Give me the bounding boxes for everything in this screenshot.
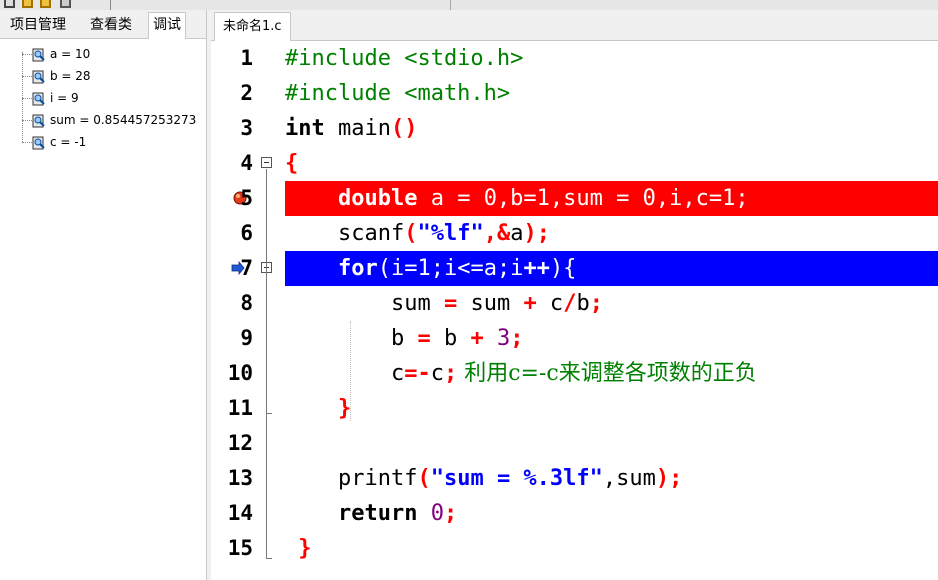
- code-text: {: [285, 151, 299, 176]
- watch-label: sum = 0.854457253273: [50, 113, 197, 127]
- code-text: #include <stdio.h>: [285, 46, 524, 71]
- tree-connector: [22, 52, 23, 142]
- line-number: 9: [240, 326, 253, 350]
- code-text: sum = sum + c/b;: [390, 291, 603, 316]
- debug-panel: 项目管理 查看类 调试 a = 10 b = 28 i = 9 sum = 0.…: [0, 10, 207, 580]
- file-tabs: 未命名1.c: [211, 10, 938, 41]
- code-text: }: [337, 396, 352, 421]
- code-line: #include <stdio.h>: [285, 41, 938, 76]
- current-execution-line: for(i=1;i<=a;i++){: [285, 251, 938, 286]
- fold-end-marker: [266, 413, 272, 414]
- code-line: b = b + 3;: [285, 321, 938, 356]
- watch-label: i = 9: [50, 91, 79, 105]
- line-number: 15: [227, 536, 253, 560]
- code-line: }: [285, 531, 938, 566]
- code-text: for(i=1;i<=a;i++){: [337, 256, 577, 281]
- tree-branch: [22, 76, 32, 77]
- magnifier-icon: [32, 48, 45, 61]
- watch-item-b[interactable]: b = 28: [32, 66, 91, 86]
- code-line: return 0;: [285, 496, 938, 531]
- code-text: c=-c; 利用c=-c来调整各项数的正负: [390, 361, 757, 386]
- editor-area: 未命名1.c 1 2 3 4 5 6 7 8 9 10 11 12 13 14 …: [211, 10, 938, 580]
- magnifier-icon: [32, 92, 45, 105]
- watch-label: a = 10: [50, 47, 91, 61]
- line-number: 6: [240, 221, 253, 245]
- left-panel-tabs: 项目管理 查看类 调试: [0, 10, 206, 39]
- magnifier-icon: [32, 114, 45, 127]
- code-line: }: [285, 391, 938, 426]
- tree-branch: [22, 142, 32, 143]
- line-number: 14: [227, 501, 253, 525]
- code-text: double a = 0,b=1,sum = 0,i,c=1;: [337, 186, 749, 211]
- code-text: return 0;: [337, 501, 458, 526]
- line-number: 2: [240, 81, 253, 105]
- line-number: 11: [227, 396, 253, 420]
- watch-item-sum[interactable]: sum = 0.854457253273: [32, 110, 196, 130]
- fold-toggle[interactable]: [261, 157, 272, 168]
- line-number: 10: [227, 361, 253, 385]
- toolbar: [0, 0, 938, 10]
- watch-label: b = 28: [50, 69, 91, 83]
- code-text: }: [298, 536, 312, 561]
- line-number: 3: [240, 116, 253, 140]
- code-text: scanf("%lf",&a);: [337, 221, 550, 246]
- code-line: printf("sum = %.3lf",sum);: [285, 461, 938, 496]
- watch-item-c[interactable]: c = -1: [32, 132, 86, 152]
- tree-branch: [22, 120, 32, 121]
- fold-line: [266, 169, 267, 559]
- tab-debug[interactable]: 调试: [148, 12, 186, 39]
- fold-end-marker: [266, 558, 272, 559]
- line-number: 8: [240, 291, 253, 315]
- toolbar-save-icon[interactable]: [40, 0, 51, 8]
- line-number: 5: [240, 186, 253, 210]
- line-number: 13: [227, 466, 253, 490]
- code-text: #include <math.h>: [285, 81, 511, 106]
- line-number: 1: [240, 46, 253, 70]
- code-line: scanf("%lf",&a);: [285, 216, 938, 251]
- inline-comment: 利用c=-c来调整各项数的正负: [457, 361, 757, 386]
- breakpoint-line: double a = 0,b=1,sum = 0,i,c=1;: [285, 181, 938, 216]
- code-line: int main(): [285, 111, 938, 146]
- toolbar-open-icon[interactable]: [22, 0, 33, 8]
- code-line: {: [285, 146, 938, 181]
- code-line: #include <math.h>: [285, 76, 938, 111]
- code-line: sum = sum + c/b;: [285, 286, 938, 321]
- magnifier-icon: [32, 70, 45, 83]
- tab-class-browser[interactable]: 查看类: [86, 13, 136, 37]
- toolbar-separator: [110, 0, 111, 10]
- code-text: printf("sum = %.3lf",sum);: [337, 466, 683, 491]
- watch-label: c = -1: [50, 135, 87, 149]
- magnifier-icon: [32, 136, 45, 149]
- code-text: int main(): [285, 116, 418, 141]
- line-number: 12: [227, 431, 253, 455]
- tree-branch: [22, 98, 32, 99]
- watch-item-a[interactable]: a = 10: [32, 44, 90, 64]
- tab-project-manager[interactable]: 项目管理: [6, 13, 70, 37]
- line-number: 4: [240, 151, 253, 175]
- code-text: b = b + 3;: [390, 326, 524, 351]
- line-number: 7: [240, 256, 253, 280]
- toolbar-new-icon[interactable]: [4, 0, 15, 8]
- line-number-gutter[interactable]: 1 2 3 4 5 6 7 8 9 10 11 12 13 14 15: [211, 41, 281, 580]
- toolbar-close-icon[interactable]: [60, 0, 71, 8]
- toolbar-divider: [450, 0, 451, 10]
- code-editor[interactable]: #include <stdio.h> #include <math.h> int…: [285, 41, 938, 580]
- watch-item-i[interactable]: i = 9: [32, 88, 79, 108]
- tree-branch: [22, 54, 32, 55]
- file-tab[interactable]: 未命名1.c: [214, 12, 291, 41]
- code-line: c=-c; 利用c=-c来调整各项数的正负: [285, 356, 938, 391]
